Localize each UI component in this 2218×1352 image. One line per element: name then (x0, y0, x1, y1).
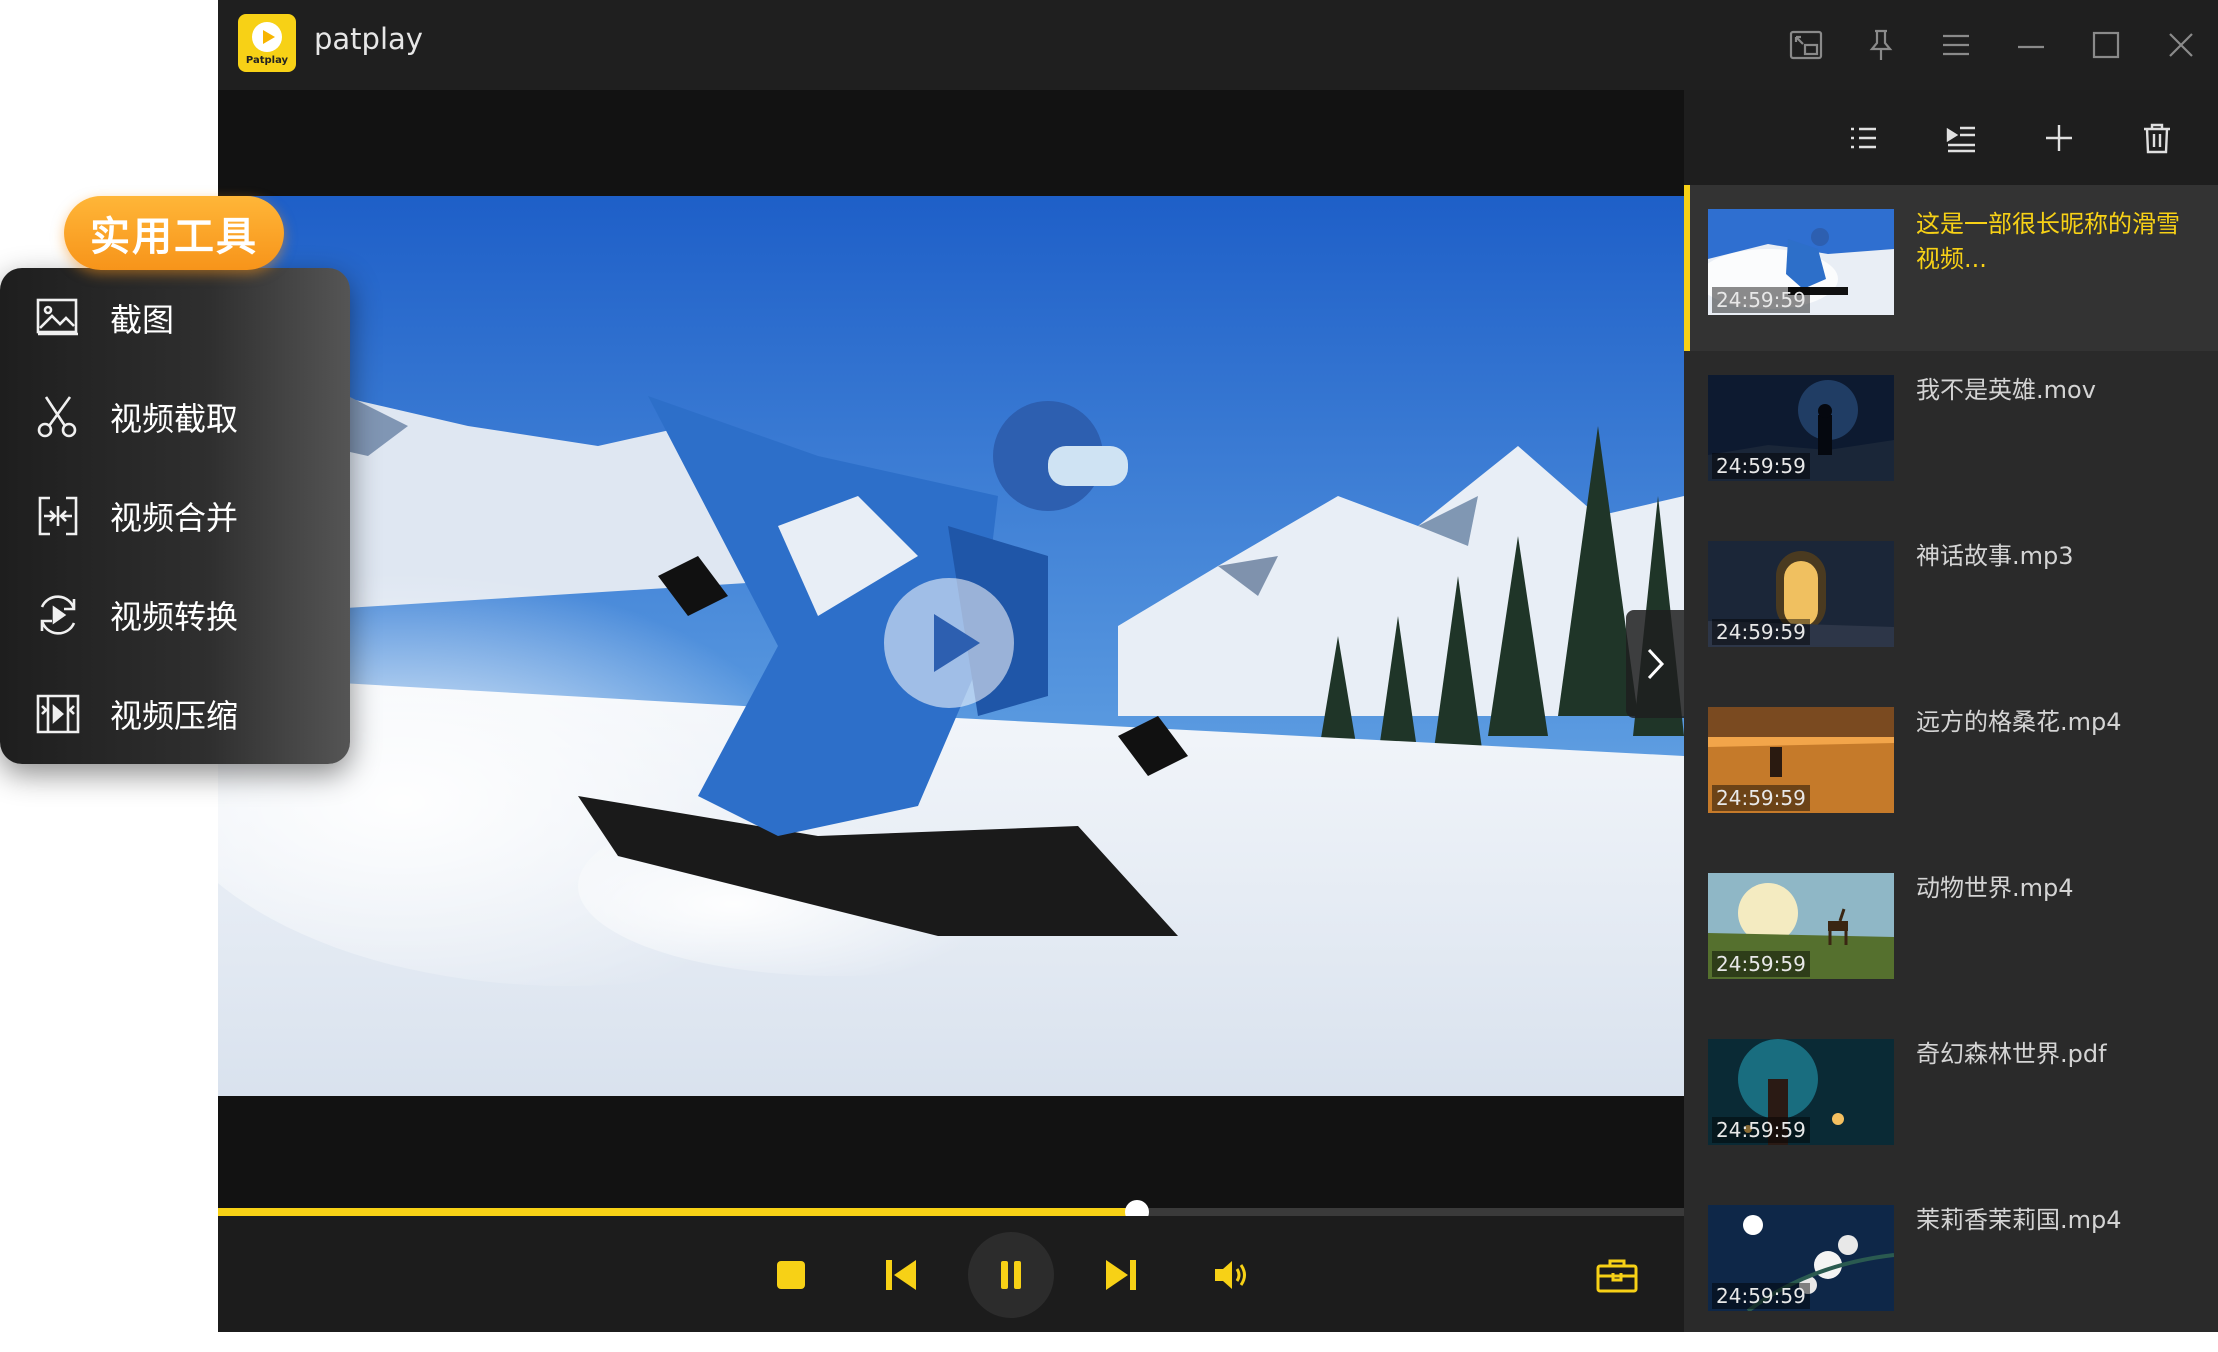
progress-bar[interactable] (218, 1200, 1684, 1224)
chevron-right-icon (1647, 648, 1665, 680)
toolbox-icon (1596, 1259, 1638, 1293)
list-icon (1851, 127, 1876, 148)
tool-video-merge[interactable]: 视频合并 (0, 466, 350, 565)
previous-button[interactable] (858, 1232, 944, 1318)
duration-label: 24:59:59 (1712, 619, 1810, 645)
add-button[interactable] (2010, 90, 2108, 185)
list-view-button[interactable] (1814, 90, 1912, 185)
previous-icon (886, 1260, 916, 1290)
tool-video-clip[interactable]: 视频截取 (0, 367, 350, 466)
pause-button[interactable] (968, 1232, 1054, 1318)
playlist-panel: 24:59:59 这是一部很长昵称的滑雪视频... 24:59:59 我不是英雄… (1684, 90, 2218, 1332)
merge-icon (38, 496, 78, 535)
tool-label: 视频压缩 (110, 696, 239, 735)
tool-label: 截图 (110, 300, 175, 339)
video-area[interactable] (218, 90, 1684, 1208)
trash-icon (2144, 123, 2170, 153)
tool-label: 视频截取 (110, 399, 239, 438)
volume-button[interactable] (1188, 1232, 1274, 1318)
app-logo: Patplay (238, 14, 296, 72)
tools-menu: 截图 视频截取 视频合并 视频转换 视频压缩 (0, 268, 350, 764)
delete-button[interactable] (2108, 90, 2206, 185)
duration-label: 24:59:59 (1712, 785, 1810, 811)
logo-text: Patplay (245, 55, 289, 66)
menu-icon[interactable] (1918, 0, 1993, 90)
tool-video-convert[interactable]: 视频转换 (0, 565, 350, 664)
picture-in-picture-icon[interactable] (1768, 0, 1843, 90)
playlist-item-title: 奇幻森林世界.pdf (1916, 1040, 2107, 1068)
toolbox-button[interactable] (1574, 1232, 1660, 1318)
playlist-item-title: 这是一部很长昵称的滑雪视频... (1916, 210, 2180, 273)
tool-label: 视频合并 (110, 498, 239, 537)
playlist-item[interactable]: 24:59:59 我不是英雄.mov (1684, 351, 2218, 517)
thumbnail: 24:59:59 (1708, 1205, 1894, 1311)
convert-icon (40, 594, 76, 635)
tool-video-compress[interactable]: 视频压缩 (0, 664, 350, 763)
playlist-item[interactable]: 24:59:59 茉莉香茉莉国.mp4 (1684, 1181, 2218, 1347)
collapse-playlist-button[interactable] (1626, 610, 1684, 718)
tool-label: 视频转换 (110, 597, 239, 636)
next-button[interactable] (1078, 1232, 1164, 1318)
playlist-item-title: 神话故事.mp3 (1916, 542, 2074, 570)
thumbnail: 24:59:59 (1708, 375, 1894, 481)
maximize-icon[interactable] (2068, 0, 2143, 90)
screenshot-icon (36, 298, 78, 335)
duration-label: 24:59:59 (1712, 1283, 1810, 1309)
next-icon (1106, 1260, 1136, 1290)
playlist-item[interactable]: 24:59:59 奇幻森林世界.pdf (1684, 1015, 2218, 1181)
title-bar: Patplay patplay (218, 0, 2218, 90)
stop-icon (777, 1261, 805, 1289)
playlist-item-title: 动物世界.mp4 (1916, 874, 2074, 902)
playlist-mode-icon (1946, 126, 1975, 152)
app-title: patplay (314, 22, 423, 56)
duration-label: 24:59:59 (1712, 1117, 1810, 1143)
pause-icon (1001, 1261, 1021, 1289)
volume-icon (1215, 1261, 1246, 1289)
player-window: Patplay patplay 24:59:59 这是一部很长昵称的滑雪视频..… (218, 0, 2218, 1332)
big-play-button[interactable] (884, 578, 1014, 708)
stop-button[interactable] (748, 1232, 834, 1318)
playlist-item-title: 远方的格桑花.mp4 (1916, 708, 2122, 736)
thumbnail: 24:59:59 (1708, 209, 1894, 315)
playlist-item[interactable]: 24:59:59 动物世界.mp4 (1684, 849, 2218, 1015)
playlist-toolbar (1684, 90, 2218, 185)
duration-label: 24:59:59 (1712, 287, 1810, 313)
playlist-item-title: 我不是英雄.mov (1916, 376, 2096, 404)
duration-label: 24:59:59 (1712, 453, 1810, 479)
playlist-item[interactable]: 24:59:59 神话故事.mp3 (1684, 517, 2218, 683)
playlist-mode-button[interactable] (1912, 90, 2010, 185)
duration-label: 24:59:59 (1712, 951, 1810, 977)
thumbnail: 24:59:59 (1708, 541, 1894, 647)
playlist-item-title: 茉莉香茉莉国.mp4 (1916, 1206, 2122, 1234)
tools-tag: 实用工具 (64, 196, 284, 270)
scissors-icon (37, 395, 77, 437)
progress-fill (218, 1208, 1138, 1216)
thumbnail: 24:59:59 (1708, 707, 1894, 813)
playlist-item[interactable]: 24:59:59 远方的格桑花.mp4 (1684, 683, 2218, 849)
thumbnail: 24:59:59 (1708, 873, 1894, 979)
thumbnail: 24:59:59 (1708, 1039, 1894, 1145)
add-icon (2046, 124, 2072, 151)
compress-icon (36, 694, 80, 733)
control-bar (218, 1216, 1684, 1332)
tool-screenshot[interactable]: 截图 (0, 268, 350, 367)
minimize-icon[interactable] (1993, 0, 2068, 90)
pin-icon[interactable] (1843, 0, 1918, 90)
close-icon[interactable] (2143, 0, 2218, 90)
playlist-item[interactable]: 24:59:59 这是一部很长昵称的滑雪视频... (1684, 185, 2218, 351)
